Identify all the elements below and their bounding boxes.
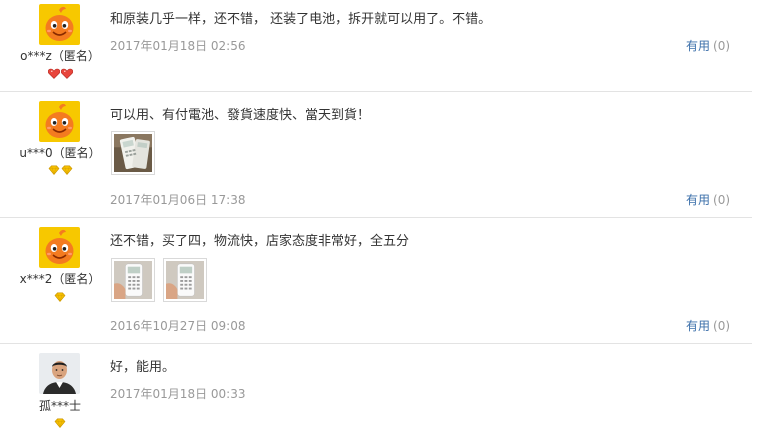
useful-vote: 有用 (0) — [686, 317, 730, 334]
review-item: o***z（匿名） 和原装几乎一样，还不错， 还装了电池，拆开就可以用了。不错。… — [0, 0, 752, 92]
review-date: 2017年01月18日 02:56 — [110, 39, 246, 53]
review-date: 2017年01月06日 17:38 — [110, 193, 246, 207]
review-item: u***0（匿名） 可以用、有付電池、發貨速度快、當天到貨！ 2017年01月0… — [0, 92, 752, 218]
remote-control-photo-icon — [114, 134, 152, 172]
avatar[interactable] — [39, 353, 80, 394]
remote-control-photo-icon — [166, 261, 204, 299]
useful-count: (0) — [713, 319, 731, 333]
review-date: 2016年10月27日 09:08 — [110, 319, 246, 333]
useful-vote: 有用 (0) — [686, 191, 730, 208]
diamond-level-badge-icon — [0, 292, 120, 304]
diamond-level-badge-icon — [0, 165, 120, 177]
heart-level-badge-icon — [0, 68, 120, 80]
avatar[interactable] — [39, 227, 80, 268]
useful-button[interactable]: 有用 — [686, 193, 710, 207]
mascot-avatar-icon — [39, 227, 80, 268]
review-image-thumbnail[interactable] — [111, 258, 155, 302]
mascot-avatar-icon — [39, 101, 80, 142]
review-images — [111, 131, 155, 175]
remote-control-photo-icon — [114, 261, 152, 299]
useful-button[interactable]: 有用 — [686, 39, 710, 53]
review-date: 2017年01月18日 00:33 — [110, 387, 246, 401]
useful-button[interactable]: 有用 — [686, 319, 710, 333]
review-text: 可以用、有付電池、發貨速度快、當天到貨！ — [110, 108, 371, 123]
person-avatar-icon — [39, 353, 80, 394]
mascot-avatar-icon — [39, 4, 80, 45]
useful-count: (0) — [713, 39, 731, 53]
useful-vote: 有用 (0) — [686, 37, 730, 54]
avatar[interactable] — [39, 101, 80, 142]
review-text: 和原装几乎一样，还不错， 还装了电池，拆开就可以用了。不错。 — [110, 12, 492, 27]
review-image-thumbnail[interactable] — [111, 131, 155, 175]
diamond-level-badge-icon — [0, 418, 120, 430]
username: 孤***士 — [38, 399, 81, 413]
review-images — [111, 258, 207, 302]
review-text: 还不错，买了四，物流快，店家态度非常好，全五分 — [110, 234, 410, 249]
review-item: x***2（匿名） 还不错，买了四，物流快，店家态度非常好，全五分 2016年1… — [0, 218, 752, 344]
useful-count: (0) — [713, 193, 731, 207]
review-text: 好，能用。 — [110, 360, 176, 375]
review-image-thumbnail[interactable] — [163, 258, 207, 302]
avatar[interactable] — [39, 4, 80, 45]
username: o***z（匿名） — [20, 49, 100, 63]
review-item: 孤***士 好，能用。 2017年01月18日 00:33 — [0, 344, 752, 434]
username: u***0（匿名） — [19, 146, 101, 160]
username: x***2（匿名） — [19, 272, 101, 286]
